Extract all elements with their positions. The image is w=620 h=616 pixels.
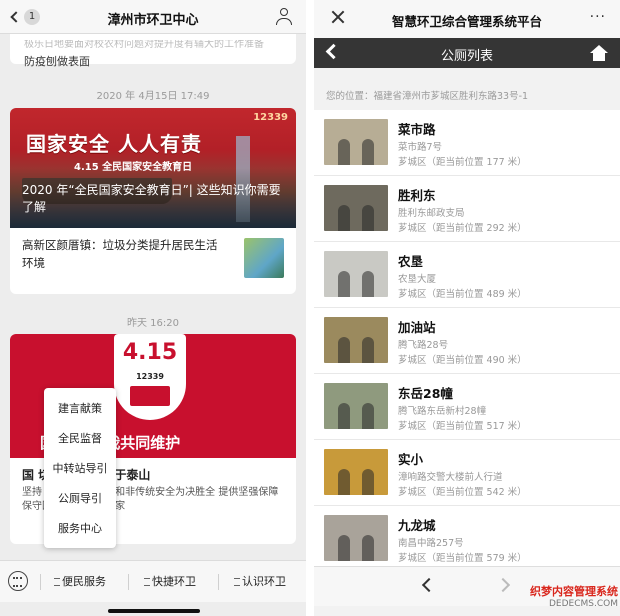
toilet-distance: 芗城区（距当前位置 579 米） (398, 553, 527, 564)
toilet-distance: 芗城区（距当前位置 490 米） (398, 355, 527, 366)
toilet-name: 农垦 (398, 254, 424, 269)
toilet-distance: 芗城区（距当前位置 292 米） (398, 223, 527, 234)
toilet-name: 九龙城 (398, 518, 436, 533)
toilet-name: 胜利东 (398, 188, 436, 203)
sub-article-thumbnail[interactable] (244, 238, 284, 278)
watermark-line: DEDECMS.COM (549, 599, 618, 609)
toilet-name: 东岳28幢 (398, 386, 453, 401)
page-title: 智慧环卫综合管理系统平台 (391, 14, 542, 29)
page-title: 漳州市环卫中心 (107, 13, 199, 28)
submenu-item[interactable]: 建言献策 (44, 394, 116, 424)
previous-page-icon[interactable] (421, 577, 437, 593)
toilet-list-item[interactable]: 实小漳响路交警大楼前人行道芗城区（距当前位置 542 米） (314, 440, 620, 506)
news-headline: 2020 年“全民国家安全教育日”| 这些知识你需要了解 (22, 183, 281, 214)
toilet-address: 菜市路7号 (398, 142, 443, 153)
menu-quick-sanitation[interactable]: 快捷环卫 (144, 573, 196, 589)
watermark-line: 织梦内容管理系统 (530, 585, 618, 598)
shield-hotline: 12339 (136, 372, 164, 381)
toilet-photo (324, 383, 388, 429)
timestamp: 昨天 16:20 (127, 318, 179, 329)
toilet-list-item[interactable]: 加油站腾飞路28号芗城区（距当前位置 490 米） (314, 308, 620, 374)
toilet-photo (324, 317, 388, 363)
toilet-list: 菜市路 菜市路7号 芗城区（距当前位置 177 米） 胜利东 胜利东邮政支局 芗城区（距当… (314, 110, 620, 572)
toilet-list-item[interactable]: 菜市路菜市路7号芗城区（距当前位置 177 米） (314, 110, 620, 176)
menu-icon (54, 578, 60, 586)
left-phone-screen: 1 漳州市环卫中心 极乐日地要面对校农村问题对提升度有辅大的工作准备 防疫刨做表… (0, 0, 306, 616)
toilet-address: 腾飞路东岳新村28幢 (398, 406, 487, 417)
toilet-address: 胜利东邮政支局 (398, 208, 465, 219)
toilet-photo (324, 251, 388, 297)
toilet-name: 实小 (398, 452, 424, 467)
shield-date: 4.15 (122, 340, 178, 365)
more-options-icon[interactable]: ··· (590, 10, 606, 24)
news-banner-image[interactable]: 12339 国家安全 人人有责 4.15 全民国家安全教育日 2020 年“全民… (10, 108, 296, 228)
toilet-name: 菜市路 (398, 122, 436, 137)
menu-icon (234, 578, 240, 586)
toilet-list-item[interactable]: 胜利东胜利东邮政支局芗城区（距当前位置 292 米） (314, 176, 620, 242)
toilet-address: 腾飞路28号 (398, 340, 449, 351)
toilet-distance: 芗城区（距当前位置 489 米） (398, 289, 527, 300)
user-icon[interactable] (276, 8, 292, 26)
hotline-number: 12339 (253, 112, 288, 123)
toilet-photo (324, 515, 388, 561)
submenu-item[interactable]: 服务中心 (44, 514, 116, 544)
toilet-photo (324, 449, 388, 495)
submenu-item[interactable]: 公厕导引 (44, 484, 116, 514)
toilet-list-item[interactable]: 农垦农垦大厦芗城区（距当前位置 489 米） (314, 242, 620, 308)
service-submenu: 建言献策 全民监督 中转站导引 公厕导引 服务中心 (44, 388, 116, 548)
left-title-bar: 1 漳州市环卫中心 (0, 0, 306, 34)
home-icon[interactable] (590, 45, 608, 61)
right-phone-screen: 智慧环卫综合管理系统平台 ··· 公厕列表 您的位置：福建省漳州市芗城区胜利东路… (314, 0, 620, 616)
submenu-item[interactable]: 全民监督 (44, 424, 116, 454)
building-icon (130, 386, 170, 406)
previous-article-line: 防疫刨做表面 (24, 55, 90, 68)
toilet-address: 漳响路交警大楼前人行道 (398, 472, 503, 483)
keyboard-icon[interactable] (8, 571, 28, 591)
toilet-list-item[interactable]: 九龙城南昌中路257号芗城区（距当前位置 579 米） (314, 506, 620, 572)
submenu-item[interactable]: 中转站导引 (44, 454, 116, 484)
toilet-photo (324, 119, 388, 165)
banner-slogan: 国家安全 人人有责 (26, 132, 202, 156)
menu-about-sanitation[interactable]: 认识环卫 (234, 573, 286, 589)
sub-article-title[interactable]: 高新区颜厝镇：垃圾分类提升居民生活环境 (22, 236, 222, 272)
timestamp: 2020 年 4月15日 17:49 (96, 91, 210, 102)
next-page-icon[interactable] (495, 577, 511, 593)
menu-icon (144, 578, 150, 586)
toilet-distance: 芗城区（距当前位置 542 米） (398, 487, 527, 498)
current-location: 您的位置：福建省漳州市芗城区胜利东路33号-1 (326, 88, 610, 102)
previous-article-text: 极乐日地要面对校农村问题对提升度有辅大的工作准备 (24, 40, 264, 50)
home-indicator (108, 609, 200, 613)
toilet-address: 农垦大厦 (398, 274, 437, 285)
location-value: 福建省漳州市芗城区胜利东路33号-1 (373, 91, 529, 102)
nav-bar: 公厕列表 (314, 38, 620, 68)
menu-convenience-services[interactable]: 便民服务 (54, 573, 106, 589)
toilet-address: 南昌中路257号 (398, 538, 464, 549)
toilet-list-item[interactable]: 东岳28幢腾飞路东岳新村28幢芗城区（距当前位置 517 米） (314, 374, 620, 440)
previous-article-card[interactable]: 极乐日地要面对校农村问题对提升度有辅大的工作准备 防疫刨做表面 (10, 34, 296, 68)
toilet-distance: 芗城区（距当前位置 177 米） (398, 157, 527, 168)
location-label: 您的位置： (326, 91, 374, 102)
shield-emblem: 4.15 12339 (114, 334, 186, 420)
toilet-photo (324, 185, 388, 231)
bottom-menu-bar: 便民服务 快捷环卫 认识环卫 (0, 560, 306, 602)
right-title-bar: 智慧环卫综合管理系统平台 ··· (314, 0, 620, 38)
toilet-name: 加油站 (398, 320, 436, 335)
toilet-distance: 芗城区（距当前位置 517 米） (398, 421, 527, 432)
site-watermark: 织梦内容管理系统 DEDECMS.COM (510, 583, 618, 613)
news-card[interactable]: 12339 国家安全 人人有责 4.15 全民国家安全教育日 2020 年“全民… (10, 108, 296, 294)
list-title: 公厕列表 (440, 49, 493, 64)
